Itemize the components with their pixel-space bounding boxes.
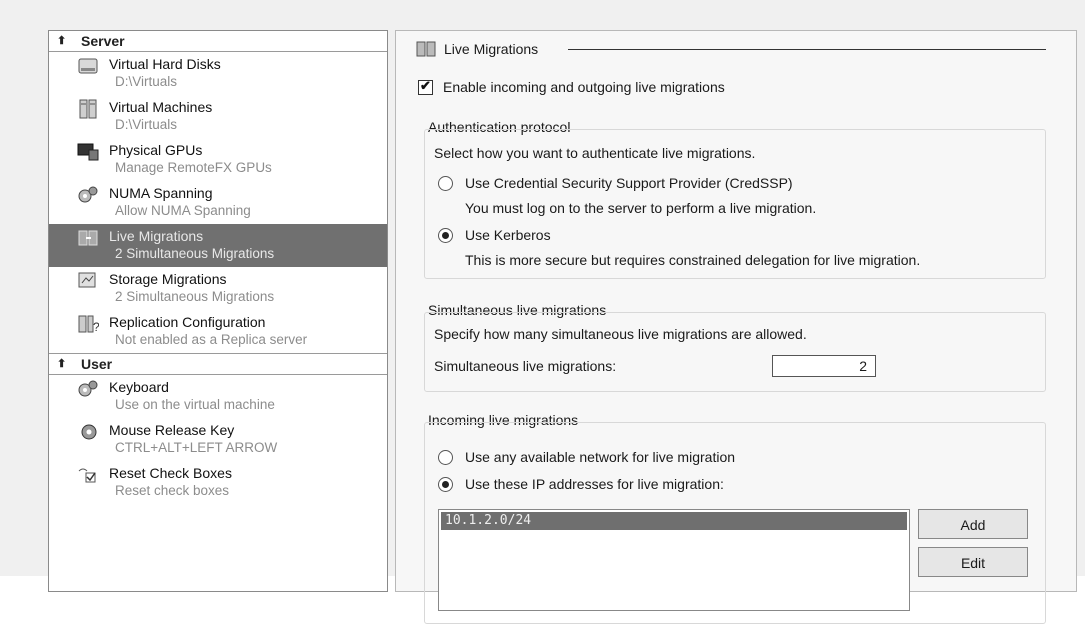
svg-text:?: ? (93, 320, 99, 334)
pane-title: Live Migrations (416, 39, 538, 59)
radio-selected-dot (442, 480, 449, 488)
auth-option-credssp[interactable]: Use Credential Security Support Provider… (438, 175, 793, 191)
incoming-option-ip-addresses[interactable]: Use these IP addresses for live migratio… (438, 476, 724, 492)
nav-item-virtual-hard-disks[interactable]: Virtual Hard Disks D:\Virtuals (49, 52, 387, 95)
nav-item-subtitle: D:\Virtuals (115, 74, 178, 89)
ip-addresses-radio[interactable] (438, 476, 453, 492)
live-migrations-settings-pane: Live Migrations ✔ Enable incoming and ou… (395, 30, 1077, 624)
ip-address-list[interactable]: 10.1.2.0/24 (438, 509, 910, 611)
nav-item-virtual-machines[interactable]: Virtual Machines D:\Virtuals (49, 95, 387, 138)
kerberos-label: Use Kerberos (465, 227, 551, 243)
gears-icon (78, 186, 98, 203)
nav-item-title: Reset Check Boxes (109, 465, 232, 481)
nav-item-subtitle: 2 Simultaneous Migrations (115, 246, 275, 261)
add-button[interactable]: Add (918, 509, 1028, 539)
gpu-monitor-icon (77, 143, 99, 161)
hyperv-settings-window: ⬆︎ Server Virtual Hard Disks D:\Virtuals… (0, 0, 1085, 624)
auth-option-kerberos[interactable]: Use Kerberos (438, 227, 551, 243)
auth-description: Select how you want to authenticate live… (434, 145, 756, 161)
nav-item-title: Keyboard (109, 379, 169, 395)
replication-icon: ? (78, 315, 99, 334)
keyboard-gears-icon (78, 380, 98, 397)
collapse-chevron-icon[interactable]: ⬆︎ (57, 31, 66, 51)
checkmark-icon: ✔ (420, 77, 431, 93)
nav-item-numa-spanning[interactable]: NUMA Spanning Allow NUMA Spanning (49, 181, 387, 224)
kerberos-radio[interactable] (438, 227, 453, 243)
nav-item-subtitle: Allow NUMA Spanning (115, 203, 251, 218)
nav-item-title: Replication Configuration (109, 314, 266, 330)
migration-icon (78, 230, 98, 246)
nav-item-replication-configuration[interactable]: ? Replication Configuration Not enabled … (49, 310, 387, 353)
credssp-radio[interactable] (438, 175, 453, 191)
any-network-radio[interactable] (438, 449, 453, 465)
nav-item-storage-migrations[interactable]: Storage Migrations 2 Simultaneous Migrat… (49, 267, 387, 310)
collapse-chevron-icon[interactable]: ⬆︎ (57, 354, 66, 374)
section-label: Server (81, 33, 125, 49)
storage-migration-icon (78, 272, 96, 288)
section-header-server[interactable]: ⬆︎ Server (49, 31, 387, 52)
radio-selected-dot (442, 231, 449, 239)
section-label: User (81, 356, 113, 372)
nav-item-title: Storage Migrations (109, 271, 227, 287)
nav-item-subtitle: CTRL+ALT+LEFT ARROW (115, 440, 278, 455)
nav-item-subtitle: Use on the virtual machine (115, 397, 275, 412)
simultaneous-group-box (424, 312, 1046, 392)
incoming-option-any-network[interactable]: Use any available network for live migra… (438, 449, 735, 465)
list-item[interactable]: 10.1.2.0/24 (441, 512, 907, 530)
simultaneous-field-label: Simultaneous live migrations: (434, 358, 617, 374)
kerberos-note: This is more secure but requires constra… (465, 252, 921, 268)
title-divider (568, 49, 1046, 50)
nav-item-physical-gpus[interactable]: Physical GPUs Manage RemoteFX GPUs (49, 138, 387, 181)
nav-item-reset-check-boxes[interactable]: Reset Check Boxes Reset check boxes (49, 461, 387, 504)
enable-live-migrations-label: Enable incoming and outgoing live migrat… (443, 79, 725, 95)
nav-item-mouse-release-key[interactable]: Mouse Release Key CTRL+ALT+LEFT ARROW (49, 418, 387, 461)
server-icon (79, 99, 97, 119)
nav-item-title: Mouse Release Key (109, 422, 235, 438)
nav-item-title: Virtual Machines (109, 99, 213, 115)
enable-live-migrations-checkbox[interactable]: ✔ (418, 77, 433, 95)
ip-addresses-label: Use these IP addresses for live migratio… (465, 476, 724, 492)
enable-live-migrations-option[interactable]: ✔ Enable incoming and outgoing live migr… (418, 77, 725, 95)
nav-item-live-migrations[interactable]: Live Migrations 2 Simultaneous Migration… (49, 224, 387, 267)
settings-navigation-pane: ⬆︎ Server Virtual Hard Disks D:\Virtuals… (48, 30, 388, 592)
mouse-gear-icon (81, 424, 97, 440)
nav-item-title: Live Migrations (109, 228, 204, 244)
nav-item-title: Virtual Hard Disks (109, 56, 221, 72)
nav-item-subtitle: Reset check boxes (115, 483, 230, 498)
nav-item-subtitle: D:\Virtuals (115, 117, 178, 132)
nav-item-subtitle: Not enabled as a Replica server (115, 332, 308, 347)
migration-icon (416, 41, 436, 57)
simultaneous-description: Specify how many simultaneous live migra… (434, 326, 807, 342)
pane-title-label: Live Migrations (444, 41, 539, 57)
section-header-user[interactable]: ⬆︎ User (49, 353, 387, 375)
nav-item-keyboard[interactable]: Keyboard Use on the virtual machine (49, 375, 387, 418)
credssp-label: Use Credential Security Support Provider… (465, 175, 793, 191)
hard-disk-icon (78, 58, 98, 74)
reset-checkbox-icon (78, 468, 96, 483)
nav-item-subtitle: Manage RemoteFX GPUs (115, 160, 272, 175)
nav-item-title: NUMA Spanning (109, 185, 213, 201)
nav-item-title: Physical GPUs (109, 142, 203, 158)
edit-button[interactable]: Edit (918, 547, 1028, 577)
simultaneous-migrations-input[interactable]: 2 (772, 355, 876, 377)
credssp-note: You must log on to the server to perform… (465, 200, 817, 216)
any-network-label: Use any available network for live migra… (465, 449, 736, 465)
nav-item-subtitle: 2 Simultaneous Migrations (115, 289, 275, 304)
